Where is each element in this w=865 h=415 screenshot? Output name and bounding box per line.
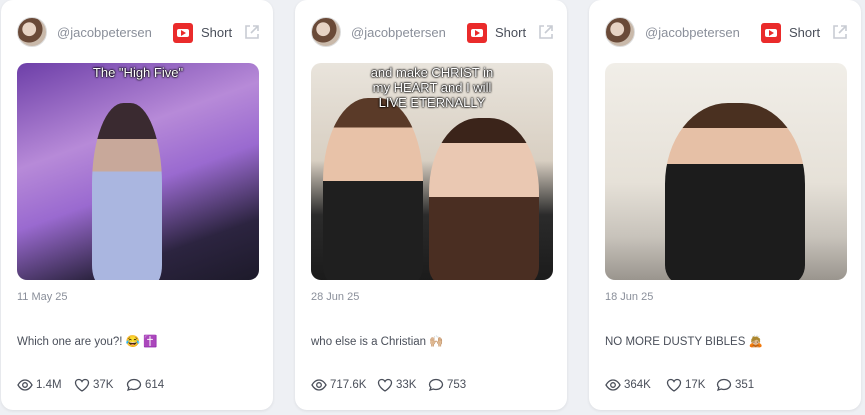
username[interactable]: @jacobpetersen xyxy=(351,25,446,40)
external-link-icon[interactable] xyxy=(243,23,261,41)
post-date: 18 Jun 25 xyxy=(605,291,654,303)
post-description: who else is a Christian 🙌🏼 xyxy=(311,336,444,348)
youtube-icon xyxy=(467,23,487,43)
comment-icon xyxy=(428,378,444,392)
avatar[interactable] xyxy=(311,17,341,47)
likes-count: 37K xyxy=(93,379,114,391)
heart-icon xyxy=(377,378,393,392)
avatar[interactable] xyxy=(17,17,47,47)
likes-count: 33K xyxy=(396,379,417,391)
post-card[interactable]: @jacobpetersen Short 18 Jun 25 NO MORE D… xyxy=(589,0,861,410)
external-link-icon[interactable] xyxy=(537,23,555,41)
username[interactable]: @jacobpetersen xyxy=(645,25,740,40)
eye-icon xyxy=(605,379,621,391)
card-header: @jacobpetersen Short xyxy=(605,17,847,49)
card-header: @jacobpetersen Short xyxy=(311,17,553,49)
eye-icon xyxy=(311,379,327,391)
likes-count: 17K xyxy=(685,379,706,391)
post-card[interactable]: @jacobpetersen Short The "High Five" 11 … xyxy=(1,0,273,410)
comment-icon xyxy=(126,378,142,392)
post-date: 28 Jun 25 xyxy=(311,291,360,303)
external-link-icon[interactable] xyxy=(831,23,849,41)
comments-count: 753 xyxy=(447,379,467,391)
post-type-label: Short xyxy=(201,25,233,40)
post-description: Which one are you?! 😂 ✝️ xyxy=(17,336,158,348)
card-header: @jacobpetersen Short xyxy=(17,17,259,49)
heart-icon xyxy=(74,378,90,392)
thumbnail-person xyxy=(429,118,539,280)
comments-count: 351 xyxy=(735,379,755,391)
video-thumbnail[interactable]: and make CHRIST in my HEART and I will L… xyxy=(311,63,553,280)
views-count: 364K xyxy=(624,379,651,391)
video-thumbnail[interactable]: The "High Five" xyxy=(17,63,259,280)
post-type-label: Short xyxy=(495,25,527,40)
views-count: 1.4M xyxy=(36,379,62,391)
video-overlay-text: and make CHRIST in my HEART and I will L… xyxy=(370,65,494,110)
heart-icon xyxy=(666,378,682,392)
views-count: 717.6K xyxy=(330,379,367,391)
video-overlay-text: The "High Five" xyxy=(92,65,184,80)
post-date: 11 May 25 xyxy=(17,291,68,303)
post-type-label: Short xyxy=(789,25,821,40)
post-description: NO MORE DUSTY BIBLES 🙇🏼 xyxy=(605,336,763,348)
thumbnail-person xyxy=(323,98,423,280)
comment-icon xyxy=(716,378,732,392)
thumbnail-person xyxy=(665,103,805,280)
video-thumbnail[interactable] xyxy=(605,63,847,280)
youtube-icon xyxy=(173,23,193,43)
youtube-icon xyxy=(761,23,781,43)
eye-icon xyxy=(17,379,33,391)
post-card[interactable]: @jacobpetersen Short and make CHRIST in … xyxy=(295,0,567,410)
comments-count: 614 xyxy=(145,379,165,391)
username[interactable]: @jacobpetersen xyxy=(57,25,152,40)
avatar[interactable] xyxy=(605,17,635,47)
thumbnail-person xyxy=(92,103,162,280)
